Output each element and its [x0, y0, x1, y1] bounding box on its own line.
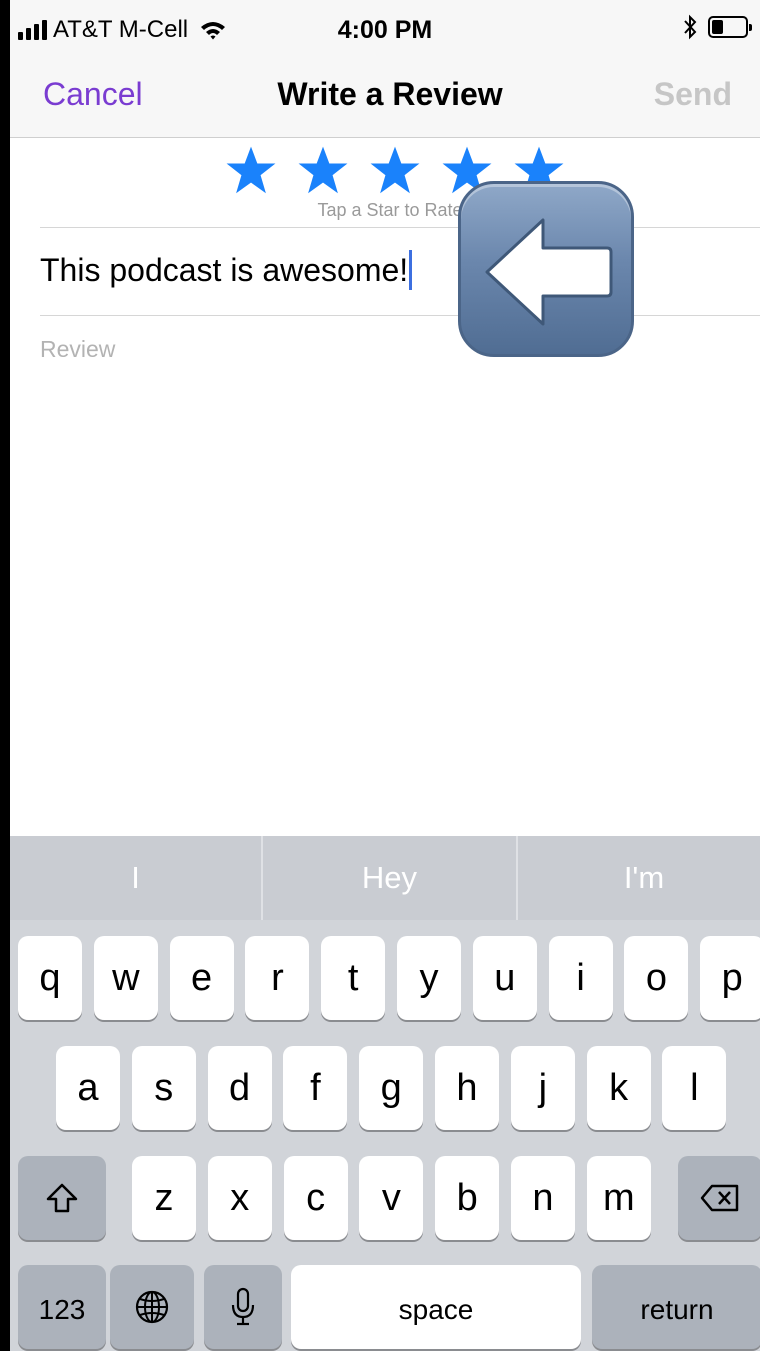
- key-v[interactable]: v: [359, 1156, 424, 1240]
- key-q[interactable]: q: [18, 936, 82, 1020]
- key-y[interactable]: y: [397, 936, 461, 1020]
- key-w[interactable]: w: [93, 936, 158, 1020]
- rating-hint: Tap a Star to Rate: [317, 200, 463, 220]
- key-k[interactable]: k: [586, 1046, 651, 1130]
- key-h[interactable]: h: [435, 1046, 499, 1130]
- key-c[interactable]: c: [283, 1156, 348, 1240]
- shift-icon: [46, 1183, 78, 1213]
- key-p[interactable]: p: [700, 936, 760, 1020]
- delete-key[interactable]: [678, 1156, 760, 1240]
- screen: AT&T M-Cell 4:00 PM Cancel Write a Revie…: [0, 0, 760, 1351]
- key-s[interactable]: s: [131, 1046, 196, 1130]
- key-z[interactable]: z: [132, 1156, 196, 1240]
- status-right: [682, 14, 752, 40]
- nav-bar: Cancel Write a Review Send: [10, 62, 760, 138]
- battery-level: [712, 20, 723, 34]
- key-f[interactable]: f: [283, 1046, 348, 1130]
- numbers-key[interactable]: 123: [18, 1265, 106, 1349]
- globe-icon: [135, 1290, 169, 1324]
- key-n[interactable]: n: [511, 1156, 575, 1240]
- key-e[interactable]: e: [169, 936, 234, 1020]
- numbers-key-label: 123: [38, 1294, 86, 1325]
- backspace-icon: [700, 1184, 739, 1212]
- left-arrow-icon: [458, 181, 634, 357]
- key-t[interactable]: t: [321, 936, 386, 1020]
- suggestion-bar: I Hey I'm: [10, 836, 760, 920]
- key-r[interactable]: r: [245, 936, 310, 1020]
- space-key[interactable]: space: [291, 1265, 581, 1349]
- key-j[interactable]: j: [510, 1046, 575, 1130]
- divider: [40, 315, 760, 316]
- star-icon[interactable]: [370, 146, 420, 194]
- status-bar: AT&T M-Cell 4:00 PM: [10, 0, 760, 62]
- divider: [40, 227, 760, 228]
- key-a[interactable]: a: [56, 1046, 120, 1130]
- globe-key[interactable]: [110, 1265, 194, 1349]
- battery-icon: [708, 16, 752, 38]
- keyboard: I Hey I'm qwertyuiop asdfghjkl zxcvbnm 1…: [10, 836, 760, 1351]
- key-b[interactable]: b: [435, 1156, 500, 1240]
- key-l[interactable]: l: [662, 1046, 727, 1130]
- return-key[interactable]: return: [592, 1265, 760, 1349]
- review-body-field[interactable]: Review: [40, 336, 115, 363]
- dictation-key[interactable]: [204, 1265, 282, 1349]
- key-u[interactable]: u: [472, 936, 537, 1020]
- star-icon[interactable]: [226, 146, 276, 194]
- suggestion-item[interactable]: I'm: [518, 836, 760, 920]
- review-title-text: This podcast is awesome!: [40, 251, 409, 288]
- microphone-icon: [231, 1287, 255, 1326]
- text-caret: [409, 250, 413, 290]
- bluetooth-icon: [684, 14, 697, 40]
- suggestion-item[interactable]: Hey: [263, 836, 516, 920]
- suggestion-item[interactable]: I: [10, 836, 261, 920]
- page-title: Write a Review: [277, 76, 503, 112]
- send-button[interactable]: Send: [654, 76, 732, 113]
- space-key-label: space: [398, 1294, 474, 1325]
- key-o[interactable]: o: [624, 936, 689, 1020]
- key-d[interactable]: d: [207, 1046, 272, 1130]
- star-icon[interactable]: [298, 146, 348, 194]
- status-time: 4:00 PM: [337, 16, 433, 44]
- key-g[interactable]: g: [359, 1046, 424, 1130]
- key-i[interactable]: i: [548, 936, 613, 1020]
- return-key-label: return: [640, 1294, 714, 1325]
- shift-key[interactable]: [18, 1156, 106, 1240]
- key-x[interactable]: x: [207, 1156, 272, 1240]
- key-m[interactable]: m: [586, 1156, 651, 1240]
- review-title-field[interactable]: This podcast is awesome!: [40, 250, 413, 290]
